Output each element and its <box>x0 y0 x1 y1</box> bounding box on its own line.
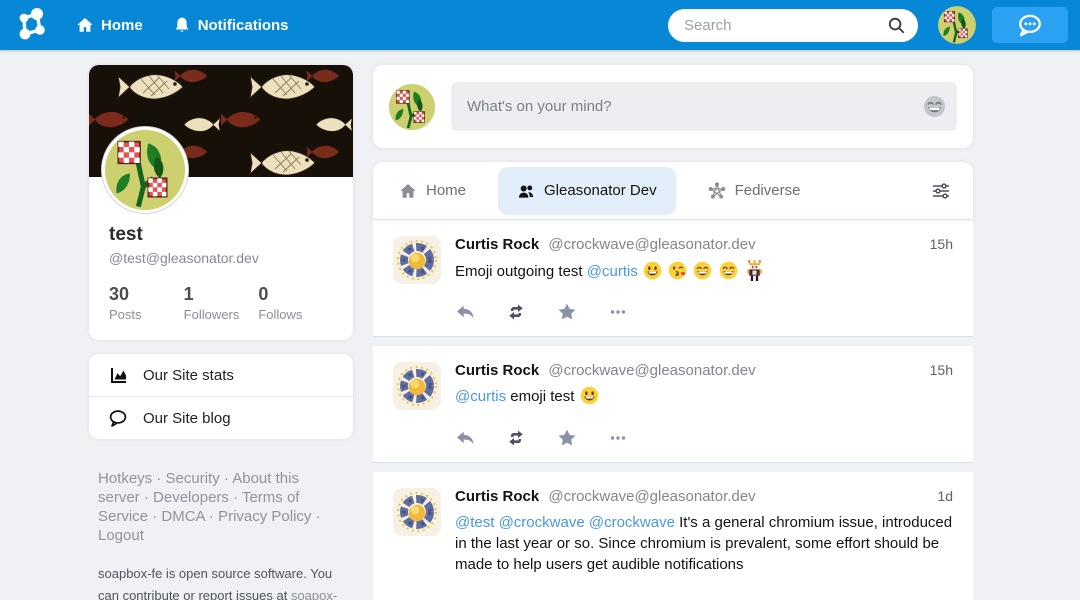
favourite-star-icon[interactable] <box>557 302 577 322</box>
post-author-handle: @crockwave@gleasonator.dev <box>548 236 755 253</box>
footer-link-developers[interactable]: Developers <box>153 489 242 506</box>
area-chart-icon <box>108 365 128 385</box>
stat-followers[interactable]: 1 Followers <box>184 284 259 322</box>
bell-icon <box>173 16 191 34</box>
profile-handle: @test@gleasonator.dev <box>109 250 333 266</box>
post: 15h Curtis Rock @crockwave@gleasonator.d… <box>373 220 973 337</box>
navbar-user-avatar[interactable] <box>938 6 976 44</box>
avatar-flower-art <box>389 84 435 130</box>
chat-bubble-icon <box>1016 13 1044 37</box>
profile-display-name: test <box>109 224 333 246</box>
mention-link[interactable]: @crockwave <box>589 514 675 531</box>
post-author-name[interactable]: Curtis Rock <box>455 236 539 253</box>
emoji-grinning-face-icon <box>580 386 599 405</box>
navbar-home-label: Home <box>101 17 143 34</box>
post-author-name[interactable]: Curtis Rock <box>455 362 539 379</box>
search-icon[interactable] <box>887 16 906 35</box>
navbar-home-link[interactable]: Home <box>76 16 143 34</box>
post-author-handle: @crockwave@gleasonator.dev <box>548 488 755 505</box>
post-author-avatar[interactable] <box>393 362 441 410</box>
reply-icon[interactable] <box>455 428 475 448</box>
chat-button[interactable] <box>992 7 1068 43</box>
footer-link-hotkeys[interactable]: Hotkeys <box>98 470 166 487</box>
post-actions <box>455 428 953 448</box>
emoji-beaming-face-icon <box>693 261 712 280</box>
post-timestamp[interactable]: 15h <box>930 236 953 252</box>
footer-link-security[interactable]: Security <box>166 470 233 487</box>
gleasonator-logo-icon[interactable] <box>12 7 50 43</box>
emoji-grinning-face-icon <box>643 261 662 280</box>
stat-follows[interactable]: 0 Follows <box>258 284 333 322</box>
mention-link[interactable]: @test <box>455 514 494 531</box>
footer-link-privacy[interactable]: Privacy Policy <box>218 508 321 525</box>
avatar-flower-art <box>105 130 185 210</box>
mention-link[interactable]: @curtis <box>455 388 506 405</box>
emoji-custom-pixel-doll-icon <box>744 260 765 281</box>
post-content: @curtis emoji test <box>455 386 953 407</box>
footer-link-dmca[interactable]: DMCA <box>161 508 218 525</box>
tab-home[interactable]: Home <box>393 167 472 215</box>
profile-stats: 30 Posts 1 Followers 0 Follows <box>109 284 333 322</box>
post-author-avatar[interactable] <box>393 236 441 284</box>
post-author-avatar[interactable] <box>393 488 441 536</box>
footer-links: HotkeysSecurityAbout this serverDevelope… <box>98 469 330 545</box>
post-actions <box>455 302 953 322</box>
footer-link-logout[interactable]: Logout <box>98 527 144 544</box>
avatar-flower-art <box>938 6 976 44</box>
post-timestamp[interactable]: 1d <box>937 488 953 504</box>
repost-icon[interactable] <box>506 428 526 448</box>
post: 15h Curtis Rock @crockwave@gleasonator.d… <box>373 346 973 463</box>
tab-gleasonator-dev[interactable]: Gleasonator Dev <box>498 167 676 215</box>
navbar-notifications-link[interactable]: Notifications <box>173 16 289 34</box>
emoji-face-blowing-kiss-icon <box>668 261 687 280</box>
top-navbar: Home Notifications <box>0 0 1080 50</box>
mention-link[interactable]: @crockwave <box>499 514 585 531</box>
users-icon <box>517 182 535 200</box>
emoji-beaming-face-icon <box>719 261 738 280</box>
sidebar-item-site-stats[interactable]: Our Site stats <box>89 354 353 396</box>
fediverse-icon <box>708 182 726 200</box>
post-content: @test @crockwave @crockwave It's a gener… <box>455 512 953 575</box>
sidebar-item-site-blog[interactable]: Our Site blog <box>89 396 353 439</box>
sidebar-item-label: Our Site stats <box>143 367 234 384</box>
timeline: Home Gleasonator Dev Fediverse 15h <box>373 162 973 600</box>
compose-input[interactable] <box>451 82 957 131</box>
comment-icon <box>108 408 128 428</box>
compose-card <box>373 65 973 148</box>
favourite-star-icon[interactable] <box>557 428 577 448</box>
stat-posts[interactable]: 30 Posts <box>109 284 184 322</box>
repost-icon[interactable] <box>506 302 526 322</box>
timeline-tabs: Home Gleasonator Dev Fediverse <box>373 162 973 220</box>
home-icon <box>399 182 417 200</box>
more-ellipsis-icon[interactable] <box>608 302 628 322</box>
search-box <box>668 9 918 42</box>
post-timestamp[interactable]: 15h <box>930 362 953 378</box>
tab-fediverse[interactable]: Fediverse <box>702 167 807 215</box>
mention-link[interactable]: @curtis <box>587 263 638 280</box>
reply-icon[interactable] <box>455 302 475 322</box>
emoji-picker-icon[interactable] <box>923 95 946 118</box>
sidebar-item-label: Our Site blog <box>143 410 231 427</box>
post-author-handle: @crockwave@gleasonator.dev <box>548 362 755 379</box>
sidebar-nav-card: Our Site stats Our Site blog <box>89 354 353 439</box>
post: 1d Curtis Rock @crockwave@gleasonator.de… <box>373 472 973 600</box>
more-ellipsis-icon[interactable] <box>608 428 628 448</box>
post-content: Emoji outgoing test @curtis <box>455 260 953 282</box>
profile-card: test @test@gleasonator.dev 30 Posts 1 Fo… <box>89 65 353 340</box>
column-settings-sliders-icon[interactable] <box>931 181 951 201</box>
sidebar-footer: HotkeysSecurityAbout this serverDevelope… <box>89 469 353 600</box>
profile-avatar[interactable] <box>102 127 188 213</box>
post-author-name[interactable]: Curtis Rock <box>455 488 539 505</box>
navbar-notifications-label: Notifications <box>198 17 289 34</box>
compose-avatar[interactable] <box>389 84 435 130</box>
home-icon <box>76 16 94 34</box>
search-input[interactable] <box>668 9 918 42</box>
footer-about: soapbox-fe is open source software. You … <box>98 563 350 600</box>
